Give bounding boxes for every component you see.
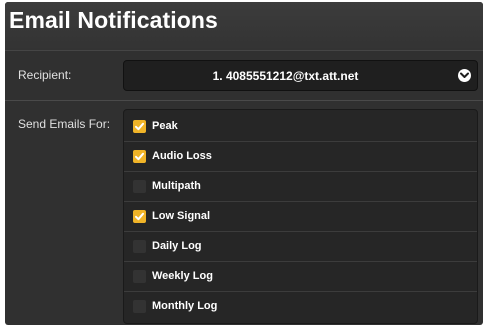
page-title: Email Notifications: [9, 7, 218, 33]
checkbox-audio-loss[interactable]: [133, 150, 146, 163]
send-emails-for-label: Send Emails For:: [18, 117, 111, 131]
checkbox-weekly-log[interactable]: [133, 270, 146, 283]
row-divider: [5, 100, 483, 101]
send-emails-for-list: Peak Audio Loss Multipath Low Signal Dai…: [123, 109, 478, 324]
option-peak[interactable]: Peak: [124, 112, 477, 142]
option-daily-log[interactable]: Daily Log: [124, 232, 477, 262]
option-audio-loss[interactable]: Audio Loss: [124, 142, 477, 172]
checkbox-daily-log[interactable]: [133, 240, 146, 253]
option-label: Low Signal: [152, 210, 211, 222]
recipient-selected-value: 1. 4085551212@txt.att.net: [212, 69, 359, 83]
recipient-label: Recipient:: [18, 68, 72, 82]
checkbox-multipath[interactable]: [133, 180, 146, 193]
option-low-signal[interactable]: Low Signal: [124, 202, 477, 232]
checkbox-peak[interactable]: [133, 120, 146, 133]
option-label: Audio Loss: [152, 150, 212, 162]
checkmark-icon: [135, 212, 144, 221]
option-label: Weekly Log: [152, 270, 213, 282]
recipient-select[interactable]: 1. 4085551212@txt.att.net: [123, 60, 478, 91]
option-multipath[interactable]: Multipath: [124, 172, 477, 202]
checkmark-icon: [135, 122, 144, 131]
checkbox-monthly-log[interactable]: [133, 300, 146, 313]
option-label: Monthly Log: [152, 300, 218, 312]
email-notifications-panel: Email Notifications Recipient: 1. 408555…: [5, 2, 483, 325]
title-bar: Email Notifications: [5, 2, 483, 51]
option-label: Multipath: [152, 180, 201, 192]
option-label: Peak: [152, 120, 178, 132]
option-weekly-log[interactable]: Weekly Log: [124, 262, 477, 292]
chevron-down-icon[interactable]: [458, 69, 471, 82]
checkbox-low-signal[interactable]: [133, 210, 146, 223]
option-monthly-log[interactable]: Monthly Log: [124, 292, 477, 322]
checkmark-icon: [135, 152, 144, 161]
option-label: Daily Log: [152, 240, 202, 252]
